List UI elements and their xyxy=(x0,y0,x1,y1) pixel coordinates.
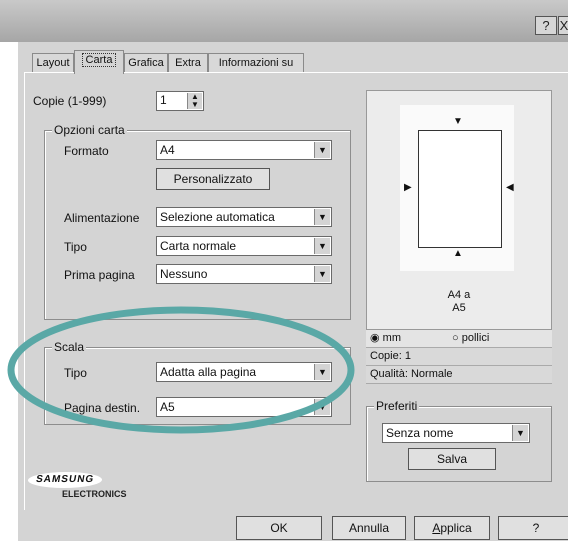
cancel-button[interactable]: Annulla xyxy=(332,516,406,540)
unit-inch-label: pollici xyxy=(461,332,490,344)
ok-button[interactable]: OK xyxy=(236,516,322,540)
favorites-group xyxy=(366,406,552,482)
apply-label-rest: pplica xyxy=(440,521,472,535)
preview-caption: A4 a A5 xyxy=(366,289,552,315)
arrow-down-icon: ▼ xyxy=(453,116,463,127)
arrow-up-icon: ▲ xyxy=(453,248,463,259)
samsung-logo: SAMSUNG ELECTRONICS xyxy=(26,470,138,506)
preview-caption-from: A4 a xyxy=(447,289,471,301)
preview-sheet xyxy=(418,130,502,248)
tab-paper-label: Carta xyxy=(81,53,117,67)
tab-paper[interactable]: Carta xyxy=(74,50,124,74)
favorites-value: Senza nome xyxy=(386,426,454,440)
arrow-left-icon: ◀ xyxy=(506,182,514,193)
quality-info: Qualità: Normale xyxy=(366,366,552,384)
preview-caption-to: A5 xyxy=(452,302,466,314)
favorites-select[interactable]: Senza nome ▼ xyxy=(382,423,530,443)
chevron-down-icon[interactable]: ▼ xyxy=(512,425,528,441)
save-favorite-button[interactable]: Salva xyxy=(408,448,496,470)
radio-inch[interactable]: ○ pollici xyxy=(452,332,489,344)
unit-row: ◉ mm ○ pollici xyxy=(366,330,552,348)
favorites-legend: Preferiti xyxy=(374,399,420,413)
logo-wordmark: SAMSUNG xyxy=(26,472,104,488)
copies-info: Copie: 1 xyxy=(366,348,552,366)
radio-mm[interactable]: ◉ mm xyxy=(370,332,401,344)
logo-subline: ELECTRONICS xyxy=(62,489,127,499)
unit-mm-label: mm xyxy=(382,332,401,344)
apply-button[interactable]: Applica xyxy=(414,516,490,540)
help-button[interactable]: ? xyxy=(498,516,568,540)
arrow-right-icon: ▶ xyxy=(404,182,412,193)
